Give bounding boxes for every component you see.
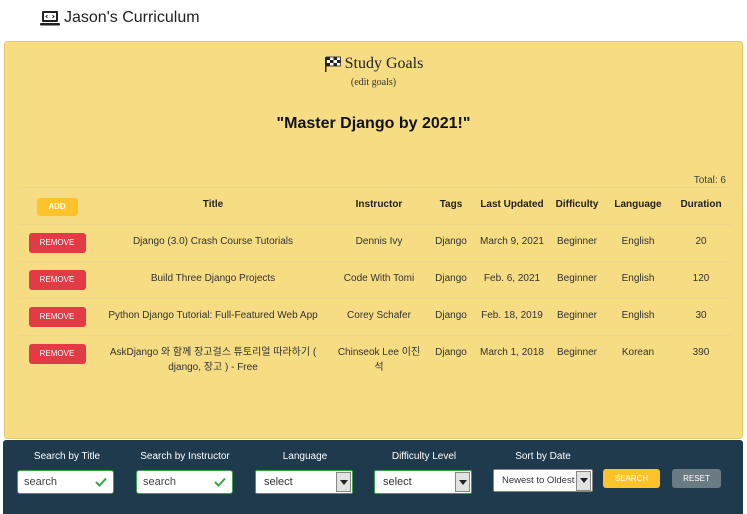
laptop-icon [40,11,60,26]
header-last-updated: Last Updated [475,187,549,225]
title-search-placeholder: search [24,476,58,488]
total-count: Total: 6 [693,175,726,186]
course-tags: Django [427,298,475,336]
table-row: REMOVE Python Django Tutorial: Full-Feat… [19,298,731,336]
difficulty-select-value: select [383,476,412,488]
courses-table: ADD Title Instructor Tags Last Updated D… [19,187,731,383]
course-instructor: Corey Schafer [331,298,427,336]
reset-button[interactable]: RESET [672,469,721,488]
course-tags: Django [427,335,475,383]
check-icon [95,477,107,487]
course-language: English [605,261,671,299]
table-row: REMOVE Django (3.0) Crash Course Tutoria… [19,224,731,262]
course-difficulty: Beginner [549,224,605,262]
filter-bar: Search by Title search Search by Instruc… [3,440,743,514]
course-tags: Django [427,261,475,299]
chevron-down-icon[interactable] [576,470,591,491]
goals-header: Study Goals (edit goals) [5,55,742,88]
app-header: Jason's Curriculum [40,8,200,28]
course-language: English [605,298,671,336]
difficulty-select[interactable]: select [374,470,472,494]
course-updated: March 9, 2021 [475,224,549,262]
difficulty-filter-label: Difficulty Level [391,451,457,462]
sort-select[interactable]: Newest to Oldest [493,469,593,492]
header-duration: Duration [671,187,731,225]
checkered-flag-icon [324,56,341,72]
instructor-search-placeholder: search [143,476,177,488]
check-icon [214,477,226,487]
course-difficulty: Beginner [549,261,605,299]
remove-button[interactable]: REMOVE [28,307,86,327]
course-tags: Django [427,224,475,262]
course-duration: 120 [671,261,731,299]
course-duration: 20 [671,224,731,262]
course-instructor: Code With Tomi [331,261,427,299]
header-language: Language [605,187,671,225]
language-filter-label: Language [282,451,328,462]
edit-goals-link[interactable]: (edit goals) [5,77,742,88]
course-duration: 30 [671,298,731,336]
goal-quote: "Master Django by 2021!" [276,115,471,132]
goals-title: Study Goals [344,55,424,72]
study-goals-panel: Study Goals (edit goals) "Master Django … [4,41,743,439]
course-updated: Feb. 6, 2021 [475,261,549,299]
sort-select-value: Newest to Oldest [502,475,575,486]
course-title: Build Three Django Projects [95,261,331,299]
course-title: Django (3.0) Crash Course Tutorials [95,224,331,262]
course-language: Korean [605,335,671,383]
course-instructor: Dennis Ivy [331,224,427,262]
language-select-value: select [264,476,293,488]
header-title: Title [95,187,331,225]
course-duration: 390 [671,335,731,383]
language-select[interactable]: select [255,470,353,494]
chevron-down-icon[interactable] [455,472,470,492]
course-difficulty: Beginner [549,335,605,383]
search-button[interactable]: SEARCH [603,469,660,488]
instructor-search-input[interactable]: search [136,470,233,494]
remove-button[interactable]: REMOVE [28,270,86,290]
course-title: Python Django Tutorial: Full-Featured We… [95,298,331,336]
course-language: English [605,224,671,262]
header-difficulty: Difficulty [549,187,605,225]
course-updated: March 1, 2018 [475,335,549,383]
remove-button[interactable]: REMOVE [28,344,86,364]
table-row: REMOVE Build Three Django Projects Code … [19,261,731,299]
course-title: AskDjango 와 함께 장고걸스 튜토리얼 따라하기 ( django, … [95,335,331,383]
header-instructor: Instructor [331,187,427,225]
course-instructor: Chinseok Lee 이진석 [331,335,427,383]
title-filter-label: Search by Title [33,451,101,462]
instructor-filter-label: Search by Instructor [140,451,230,462]
chevron-down-icon[interactable] [336,472,351,492]
app-title: Jason's Curriculum [64,9,200,26]
sort-filter-label: Sort by Date [515,451,571,462]
add-button[interactable]: ADD [36,198,78,216]
course-difficulty: Beginner [549,298,605,336]
table-row: REMOVE AskDjango 와 함께 장고걸스 튜토리얼 따라하기 ( d… [19,335,731,383]
course-updated: Feb. 18, 2019 [475,298,549,336]
header-tags: Tags [427,187,475,225]
remove-button[interactable]: REMOVE [28,233,86,253]
title-search-input[interactable]: search [17,470,114,494]
table-header-row: ADD Title Instructor Tags Last Updated D… [19,187,731,225]
